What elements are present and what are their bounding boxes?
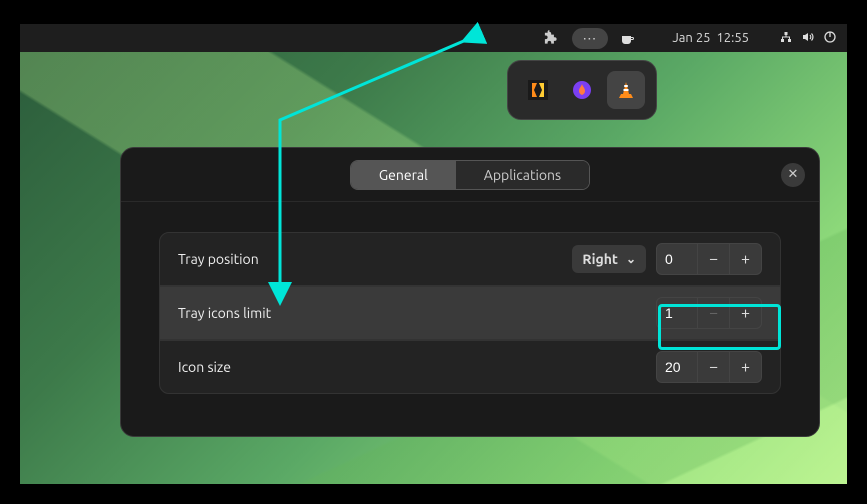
extensions-icon[interactable] — [544, 30, 560, 46]
window-header: General Applications ✕ — [121, 148, 819, 202]
decrement-button[interactable]: − — [698, 297, 730, 329]
tab-general[interactable]: General — [351, 161, 456, 189]
row-tray-position: Tray position Right ⌄ − + — [159, 232, 781, 286]
tab-applications[interactable]: Applications — [456, 161, 589, 189]
tray-item-vlc[interactable] — [607, 71, 645, 109]
extension-settings-window: General Applications ✕ Tray position Rig… — [120, 147, 820, 437]
tray-icons-limit-input[interactable] — [656, 297, 698, 329]
tray-position-dropdown[interactable]: Right ⌄ — [572, 245, 646, 273]
decrement-button[interactable]: − — [698, 243, 730, 275]
tray-position-label: Tray position — [178, 251, 572, 267]
icon-size-input[interactable] — [656, 351, 698, 383]
dropdown-value: Right — [582, 251, 618, 267]
power-icon — [823, 30, 837, 47]
row-icon-size: Icon size − + — [159, 340, 781, 394]
tray-icons-limit-stepper: − + — [656, 297, 762, 329]
tab-switcher: General Applications — [350, 160, 590, 190]
clock[interactable]: Jan 25 12:55 — [672, 31, 749, 45]
tray-icons-limit-label: Tray icons limit — [178, 305, 656, 321]
chevron-down-icon: ⌄ — [626, 252, 636, 266]
tray-position-input[interactable] — [656, 243, 698, 275]
row-tray-icons-limit: Tray icons limit − + — [159, 286, 781, 340]
top-panel: ⋯ Jan 25 12:55 — [20, 24, 847, 52]
icon-size-label: Icon size — [178, 359, 656, 375]
network-icon — [779, 30, 793, 47]
time-label: 12:55 — [716, 31, 749, 45]
tray-overflow-popup — [507, 60, 657, 120]
system-status-area[interactable] — [779, 30, 837, 47]
decrement-button[interactable]: − — [698, 351, 730, 383]
volume-icon — [801, 30, 815, 47]
increment-button[interactable]: + — [730, 351, 762, 383]
close-button[interactable]: ✕ — [781, 163, 805, 187]
tray-overflow-button[interactable]: ⋯ — [572, 28, 608, 49]
caffeine-icon[interactable] — [620, 30, 636, 46]
icon-size-stepper: − + — [656, 351, 762, 383]
tray-item-app1[interactable] — [519, 71, 557, 109]
date-label: Jan 25 — [672, 31, 710, 45]
increment-button[interactable]: + — [730, 243, 762, 275]
tray-item-app2[interactable] — [563, 71, 601, 109]
increment-button[interactable]: + — [730, 297, 762, 329]
tray-position-stepper: − + — [656, 243, 762, 275]
